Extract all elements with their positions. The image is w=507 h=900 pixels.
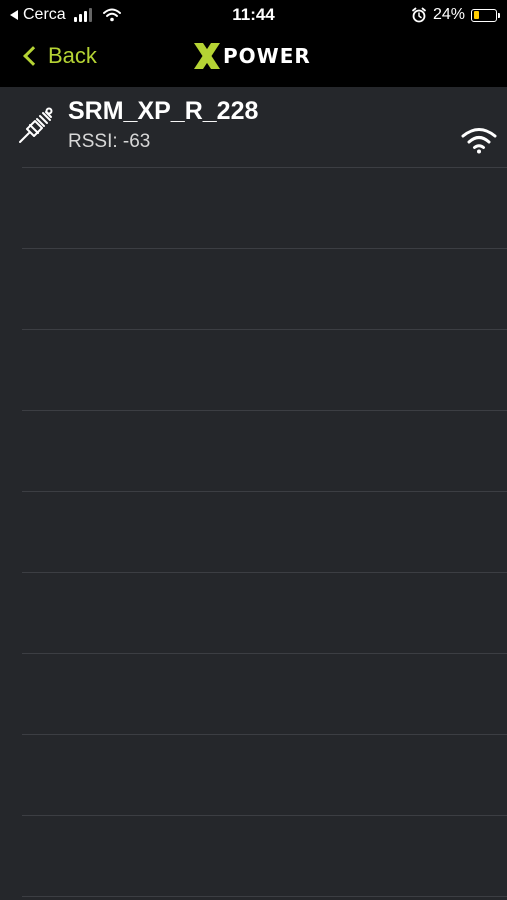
list-divider	[22, 815, 507, 816]
power-meter-sensor-icon	[16, 107, 56, 152]
list-divider	[22, 167, 507, 168]
device-list: SRM_XP_R_228 RSSI: -63	[0, 87, 507, 900]
status-right: 24%	[411, 5, 500, 25]
nav-bar: Back POWER	[0, 30, 507, 87]
list-divider	[22, 572, 507, 573]
device-name: SRM_XP_R_228	[68, 97, 259, 125]
chevron-left-icon	[23, 46, 43, 66]
battery-icon	[471, 8, 500, 22]
back-label: Back	[48, 43, 97, 68]
battery-fill	[473, 11, 479, 19]
device-row[interactable]: SRM_XP_R_228 RSSI: -63	[0, 87, 507, 167]
xpower-logo: POWER	[192, 42, 311, 70]
list-divider	[22, 248, 507, 249]
status-bar: Cerca 11:44 24%	[0, 0, 507, 30]
wifi-signal-icon	[461, 126, 497, 159]
battery-percent: 24%	[432, 6, 465, 23]
alarm-icon	[411, 7, 427, 23]
list-divider	[22, 410, 507, 411]
list-divider	[22, 653, 507, 654]
list-divider	[22, 734, 507, 735]
list-divider	[22, 491, 507, 492]
xpower-x-mark-icon	[194, 43, 220, 69]
brand-wordmark: POWER	[223, 44, 311, 68]
device-rssi: RSSI: -63	[68, 131, 151, 152]
list-divider	[22, 329, 507, 330]
back-button[interactable]: Back	[22, 43, 97, 69]
list-divider	[22, 896, 507, 897]
